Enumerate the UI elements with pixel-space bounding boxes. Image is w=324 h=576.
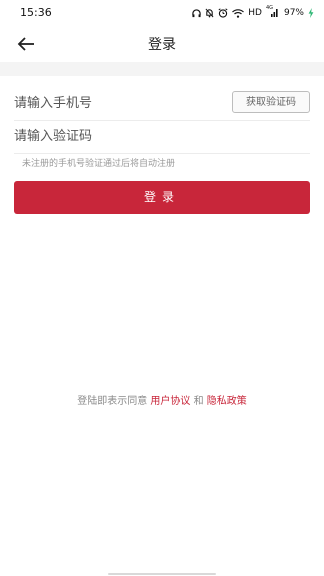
page-title: 登录 <box>148 37 176 53</box>
agreement-prefix: 登陆即表示同意 <box>77 396 148 407</box>
charging-icon <box>308 8 314 18</box>
code-input[interactable] <box>14 125 214 147</box>
status-time: 15:36 <box>20 6 52 19</box>
status-icons: HD 4G 97% <box>192 5 314 20</box>
login-form: 获取验证码 未注册的手机号验证通过后将自动注册 登录 登陆即表示同意 用户协议 … <box>0 76 324 576</box>
get-code-button[interactable]: 获取验证码 <box>232 91 310 113</box>
user-agreement-link[interactable]: 用户协议 <box>150 396 190 407</box>
phone-row: 获取验证码 <box>14 86 310 121</box>
home-indicator[interactable] <box>108 573 216 575</box>
battery-level: 97% <box>283 8 304 18</box>
login-button[interactable]: 登录 <box>14 181 310 214</box>
app-header: 登录 <box>0 26 324 62</box>
alarm-icon <box>218 8 228 18</box>
agreement-text: 登陆即表示同意 用户协议 和 隐私政策 <box>0 392 324 407</box>
register-tip: 未注册的手机号验证通过后将自动注册 <box>22 159 176 169</box>
wifi-icon <box>232 8 245 18</box>
bell-off-icon <box>205 8 214 18</box>
status-bar: 15:36 HD 4G 97% <box>0 0 324 26</box>
network-label: HD <box>248 8 262 18</box>
code-row <box>14 119 310 154</box>
privacy-policy-link[interactable]: 隐私政策 <box>207 396 247 407</box>
signal-icon: 4G <box>266 5 280 18</box>
headphones-icon <box>192 8 201 18</box>
agreement-and: 和 <box>193 396 204 407</box>
phone-input[interactable] <box>14 92 214 114</box>
